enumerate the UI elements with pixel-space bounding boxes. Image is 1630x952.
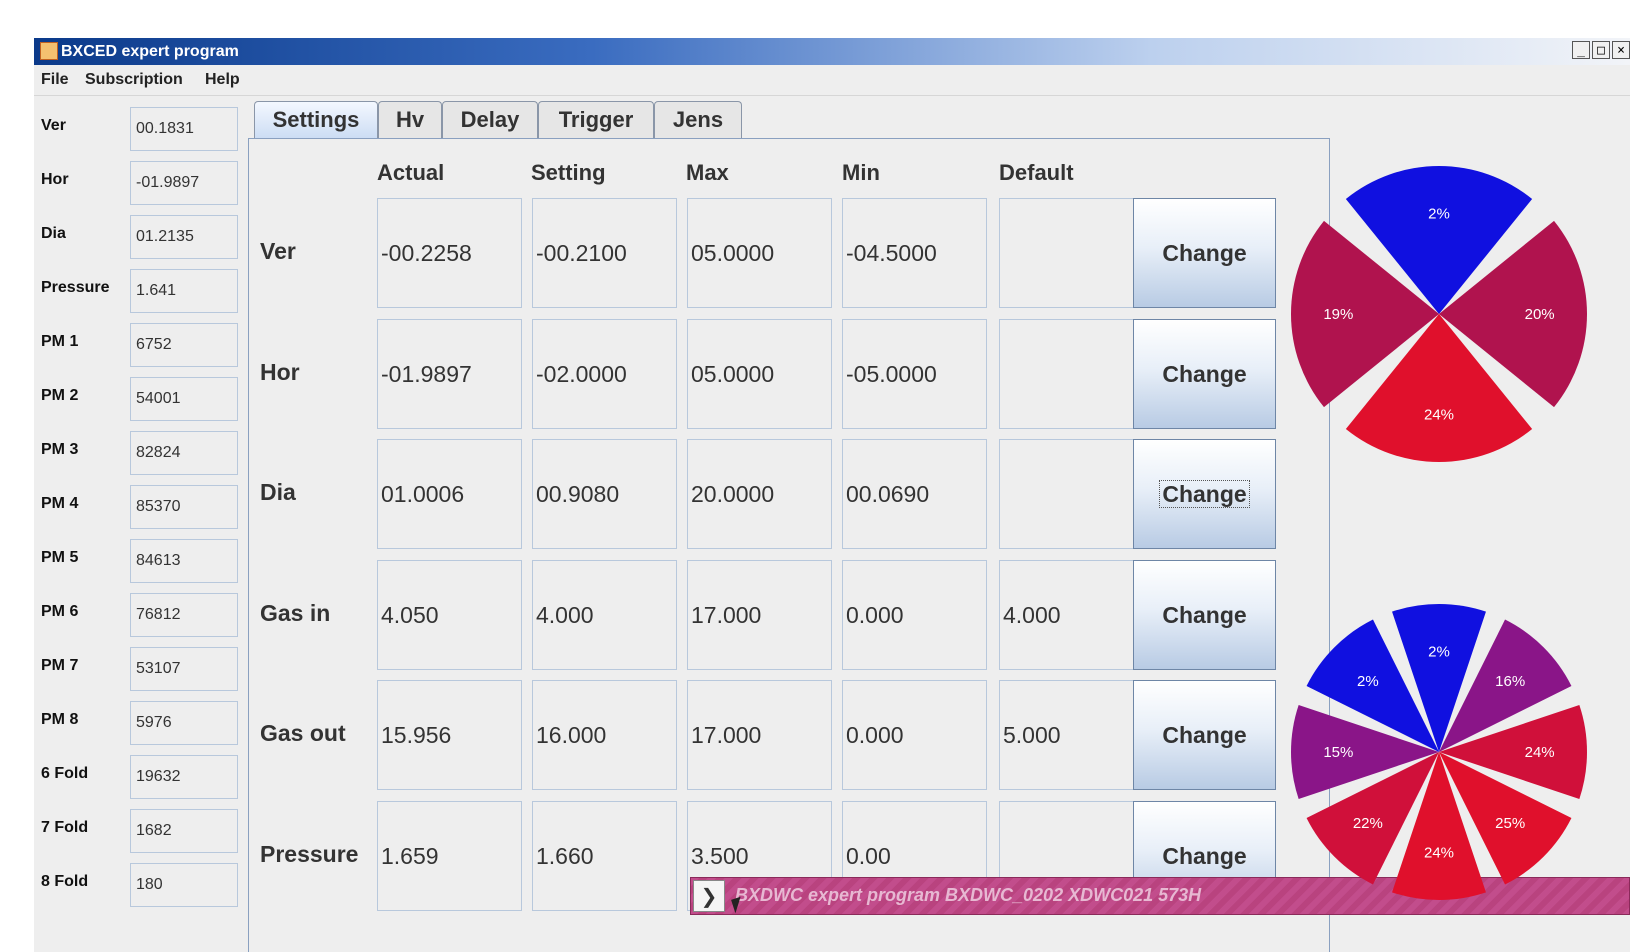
pie-bottom-slice-label-2: 16% [1495, 673, 1525, 690]
pie-bottom-slice-label-6: 22% [1353, 815, 1383, 832]
pie-bottom-slice-label-3: 24% [1525, 744, 1555, 761]
pie-bottom-slice-label-8: 2% [1357, 673, 1379, 690]
pie-top-slice-label-1: 2% [1428, 205, 1450, 222]
pie-chart-top: 2% 20% 24% 19% [1291, 165, 1587, 462]
pie-top-slice-label-3: 24% [1424, 407, 1454, 424]
pie-chart-bottom: 2% 16% 24% 25% 24% 22% 15% 2% [1291, 604, 1588, 901]
pie-bottom-slice-label-1: 2% [1428, 643, 1450, 660]
pie-top-slice-label-4: 19% [1323, 306, 1353, 323]
pie-bottom-slice-label-4: 25% [1495, 815, 1525, 832]
pie-bottom-slice-label-5: 24% [1424, 845, 1454, 862]
pie-charts: 2% 20% 24% 19% 2% 16% 24% 25% 24% 22% 15% 2% [1291, 165, 1588, 901]
pie-top-slice-label-2: 20% [1525, 306, 1555, 323]
pie-bottom-slice-label-7: 15% [1323, 744, 1353, 761]
